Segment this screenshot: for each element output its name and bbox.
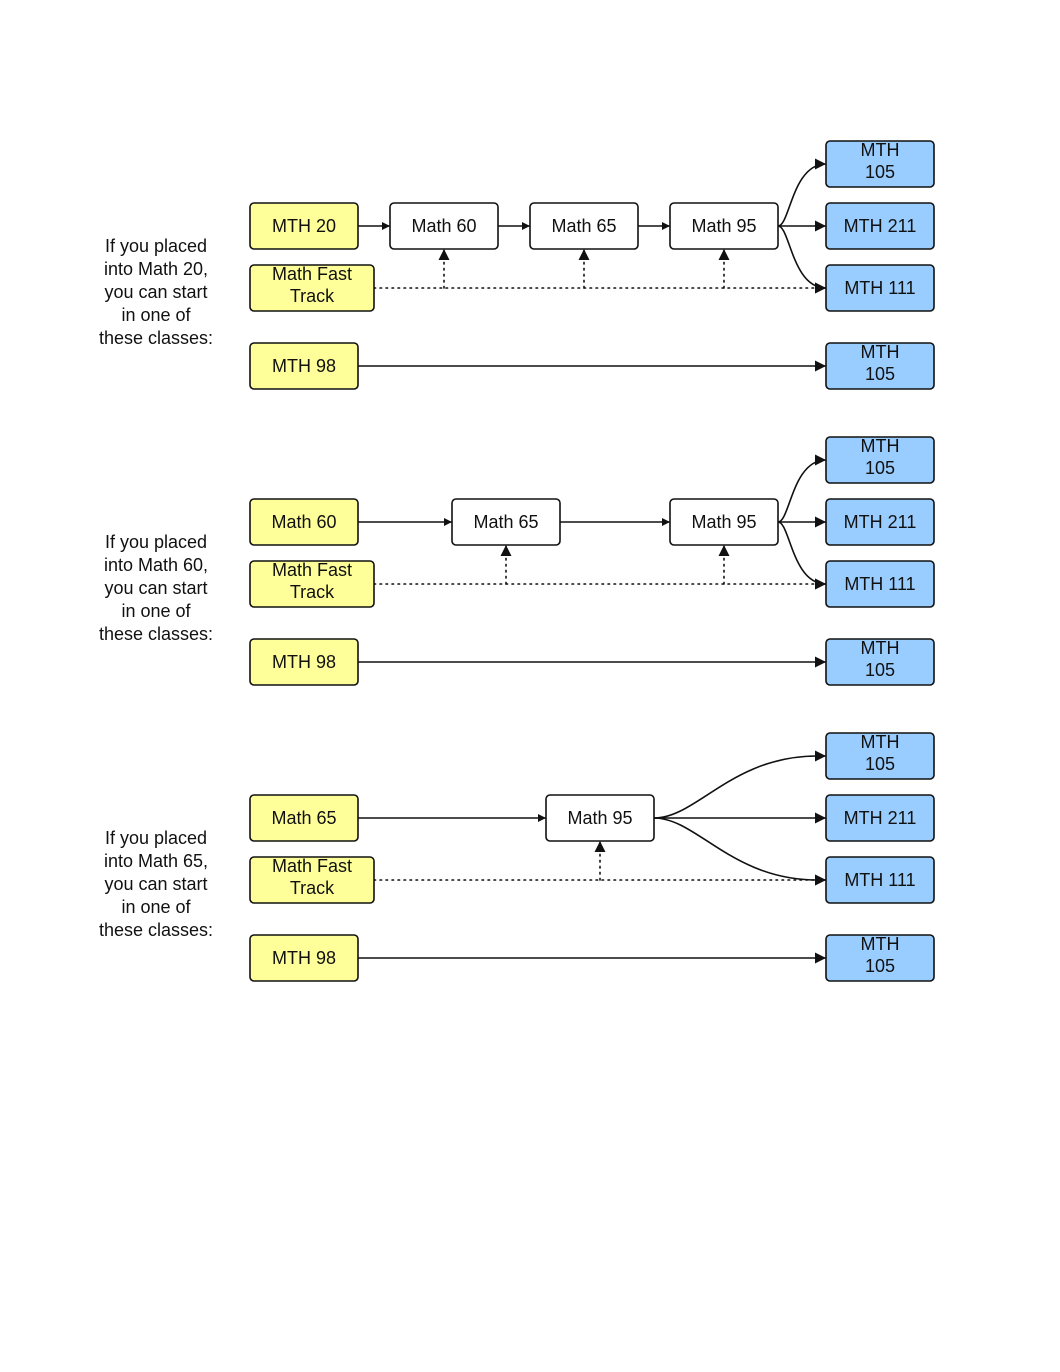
course-node-fast: Math Fast Track xyxy=(249,856,375,904)
course-node-mth98: MTH 98 xyxy=(249,342,359,390)
course-label: Math 95 xyxy=(691,512,756,532)
caption-line: in one of xyxy=(121,601,191,621)
course-node-mth20: MTH 20 xyxy=(249,202,359,250)
course-node-t111: MTH 111 xyxy=(825,856,935,904)
course-label: Math 95 xyxy=(567,808,632,828)
connector-m95-to-t105a xyxy=(777,158,827,227)
course-node-m95: Math 95 xyxy=(545,794,655,842)
course-node-mth98: MTH 98 xyxy=(249,934,359,982)
course-node-t211: MTH 211 xyxy=(825,498,935,546)
connector-m95-to-t105a xyxy=(653,750,826,819)
caption-line: these classes: xyxy=(99,624,213,644)
caption-line: into Math 20, xyxy=(104,259,208,279)
course-node-fast: Math Fast Track xyxy=(249,264,375,312)
course-node-m65s: Math 65 xyxy=(249,794,359,842)
caption-line: If you placed xyxy=(105,828,207,848)
course-node-t111: MTH 111 xyxy=(825,264,935,312)
course-label: Math 60 xyxy=(411,216,476,236)
course-label: Math 65 xyxy=(551,216,616,236)
course-label: MTH 111 xyxy=(844,574,915,594)
connector-m95-to-t111 xyxy=(777,521,827,590)
caption-line: into Math 60, xyxy=(104,555,208,575)
course-label: Math 95 xyxy=(691,216,756,236)
course-node-t211: MTH 211 xyxy=(825,794,935,842)
course-label: MTH 211 xyxy=(844,512,917,532)
caption-line: you can start xyxy=(104,282,207,302)
course-node-t105a: MTH 105 xyxy=(825,140,935,188)
course-label: MTH 20 xyxy=(272,216,336,236)
caption-line: these classes: xyxy=(99,920,213,940)
course-label: MTH 111 xyxy=(844,278,915,298)
course-node-t211: MTH 211 xyxy=(825,202,935,250)
course-label: MTH 98 xyxy=(272,356,336,376)
course-node-m95: Math 95 xyxy=(669,202,779,250)
course-node-m60s: Math 60 xyxy=(249,498,359,546)
course-label: MTH 111 xyxy=(844,870,915,890)
course-label: MTH 98 xyxy=(272,652,336,672)
course-node-m60: Math 60 xyxy=(389,202,499,250)
section-caption: If you placed into Math 60, you can start i… xyxy=(99,532,213,644)
connector-m95-to-t111 xyxy=(653,817,826,886)
caption-line: you can start xyxy=(104,874,207,894)
course-label: Math 60 xyxy=(271,512,336,532)
section-caption: If you placed into Math 20, you can start i… xyxy=(99,236,213,348)
placement-flowchart: MTH 20 Math Fast Track MTH 98 Math 60 Math 65… xyxy=(99,140,935,982)
caption-line: If you placed xyxy=(105,532,207,552)
course-node-m65: Math 65 xyxy=(451,498,561,546)
caption-line: in one of xyxy=(121,305,191,325)
section-placement-1: If you placed into Math 60, you can start i… xyxy=(99,532,213,644)
course-node-t105b: MTH 105 xyxy=(825,934,935,982)
course-label: MTH 98 xyxy=(272,948,336,968)
course-node-m65: Math 65 xyxy=(529,202,639,250)
course-node-mth98: MTH 98 xyxy=(249,638,359,686)
caption-line: into Math 65, xyxy=(104,851,208,871)
caption-line: these classes: xyxy=(99,328,213,348)
course-label: Math 65 xyxy=(271,808,336,828)
section-caption: If you placed into Math 65, you can start i… xyxy=(99,828,213,940)
caption-line: If you placed xyxy=(105,236,207,256)
caption-line: you can start xyxy=(104,578,207,598)
course-node-t105a: MTH 105 xyxy=(825,732,935,780)
course-label: MTH 211 xyxy=(844,216,917,236)
course-node-fast: Math Fast Track xyxy=(249,560,375,608)
section-placement-0: If you placed into Math 20, you can start i… xyxy=(99,236,213,348)
course-node-t111: MTH 111 xyxy=(825,560,935,608)
course-label: MTH 211 xyxy=(844,808,917,828)
connector-m95-to-t111 xyxy=(777,225,827,294)
caption-line: in one of xyxy=(121,897,191,917)
course-node-m95: Math 95 xyxy=(669,498,779,546)
course-node-t105a: MTH 105 xyxy=(825,436,935,484)
connector-m95-to-t105a xyxy=(777,454,827,523)
course-label: Math 65 xyxy=(473,512,538,532)
course-node-t105b: MTH 105 xyxy=(825,638,935,686)
course-node-t105b: MTH 105 xyxy=(825,342,935,390)
section-placement-2: If you placed into Math 65, you can start i… xyxy=(99,828,213,940)
